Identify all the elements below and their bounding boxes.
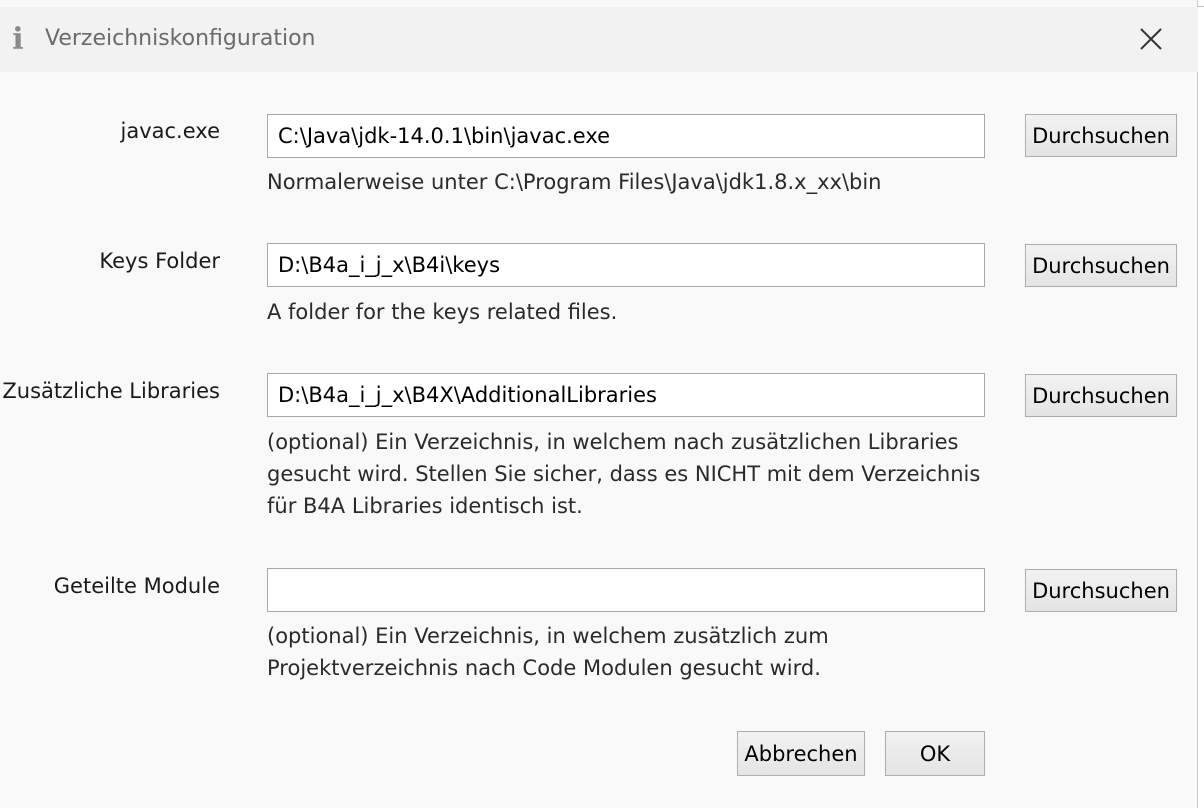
title-bar: i Verzeichniskonfiguration [0, 7, 1198, 72]
ok-button[interactable]: OK [885, 731, 985, 776]
info-icon: i [12, 22, 24, 57]
javac-path-input[interactable] [267, 114, 985, 158]
shared-modules-hint: (optional) Ein Verzeichnis, in welchem z… [267, 620, 1007, 684]
directory-config-dialog: i Verzeichniskonfiguration javac.exe Dur… [0, 0, 1198, 808]
additional-libraries-label: Zusätzliche Libraries [2, 379, 220, 403]
cancel-button[interactable]: Abbrechen [737, 731, 865, 776]
hint-line: gesucht wird. Stellen Sie sicher, dass e… [267, 462, 981, 486]
keys-folder-browse-button[interactable]: Durchsuchen [1025, 244, 1177, 287]
dialog-title: Verzeichniskonfiguration [45, 26, 316, 51]
keys-folder-hint: A folder for the keys related files. [267, 296, 1007, 328]
hint-line: (optional) Ein Verzeichnis, in welchem z… [267, 624, 829, 648]
additional-libraries-hint: (optional) Ein Verzeichnis, in welchem n… [267, 426, 1007, 522]
hint-line: (optional) Ein Verzeichnis, in welchem n… [267, 430, 959, 454]
hint-line: für B4A Libraries identisch ist. [267, 494, 583, 518]
additional-libraries-browse-button[interactable]: Durchsuchen [1025, 374, 1177, 417]
keys-folder-input[interactable] [267, 243, 985, 287]
shared-modules-browse-button[interactable]: Durchsuchen [1025, 569, 1177, 612]
additional-libraries-input[interactable] [267, 373, 985, 417]
hint-line: A folder for the keys related files. [267, 300, 618, 324]
close-icon [1140, 28, 1162, 50]
javac-label: javac.exe [120, 119, 220, 143]
shared-modules-input[interactable] [267, 568, 985, 612]
shared-modules-label: Geteilte Module [53, 574, 220, 598]
hint-line: Normalerweise unter C:\Program Files\Jav… [267, 170, 882, 194]
javac-hint: Normalerweise unter C:\Program Files\Jav… [267, 166, 1007, 198]
keys-folder-label: Keys Folder [99, 249, 220, 273]
javac-browse-button[interactable]: Durchsuchen [1025, 114, 1177, 157]
hint-line: Projektverzeichnis nach Code Modulen ges… [267, 656, 821, 680]
close-button[interactable] [1126, 17, 1176, 61]
